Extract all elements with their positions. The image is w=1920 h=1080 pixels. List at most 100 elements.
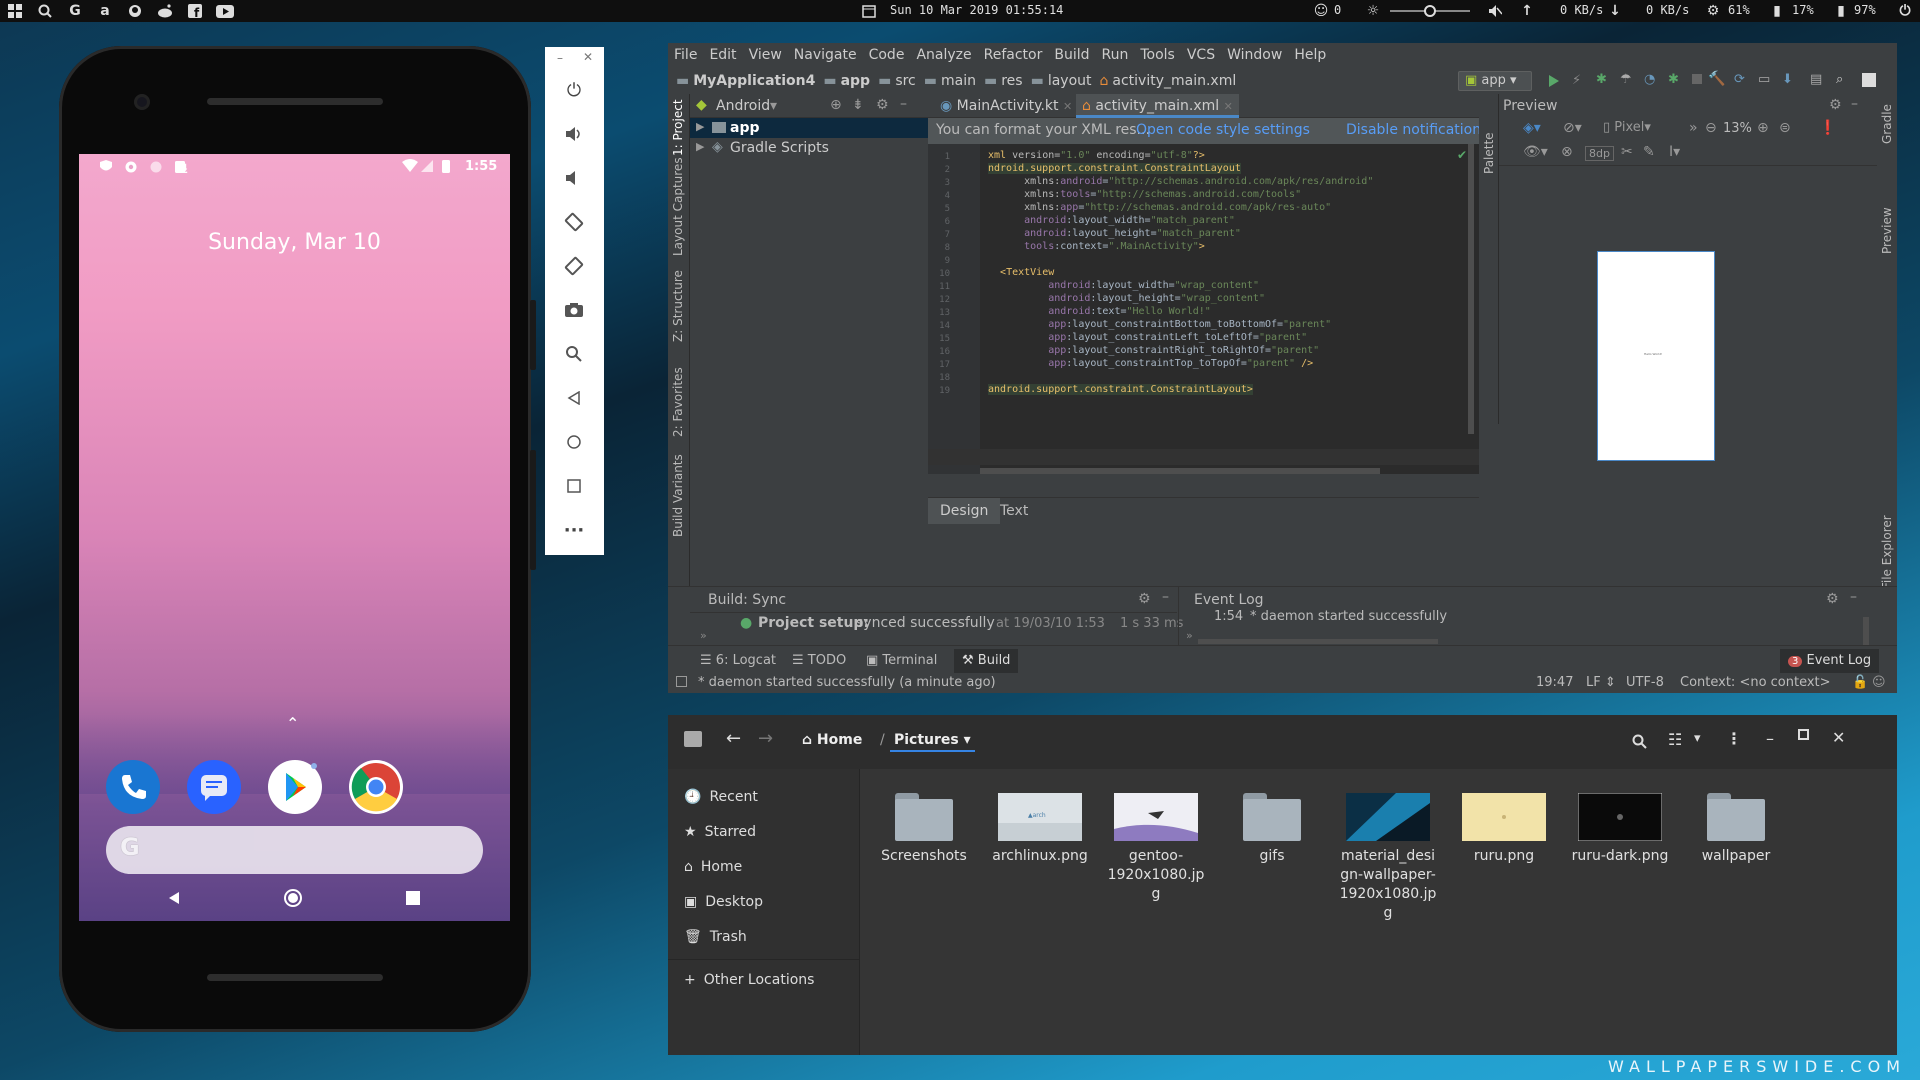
menu-item[interactable]: Help — [1294, 47, 1326, 63]
project-structure-icon[interactable]: ▤ — [1810, 72, 1822, 87]
caret-position[interactable]: 19:47 — [1536, 675, 1573, 690]
code-line[interactable]: app:layout_constraintBottom_toBottomOf="… — [988, 318, 1331, 331]
menu-item[interactable]: VCS — [1187, 47, 1215, 63]
search-icon[interactable] — [1632, 734, 1648, 750]
code-line[interactable]: xml version="1.0" encoding="utf-8"?> — [988, 149, 1205, 162]
hide-panel-icon[interactable]: – — [1162, 589, 1169, 605]
back-arrow-icon[interactable]: ← — [726, 728, 741, 749]
breadcrumb-item[interactable]: ▬ app — [823, 73, 870, 89]
facebook-icon[interactable]: f — [186, 2, 204, 20]
back-icon[interactable] — [561, 385, 587, 411]
assistant-icon[interactable] — [1862, 73, 1876, 87]
text-tab[interactable]: Text — [1000, 503, 1028, 519]
project-view-select[interactable]: Android — [716, 98, 770, 114]
menu-item[interactable]: File — [674, 47, 697, 63]
file-item[interactable]: gentoo-1920x1080.jpg — [1105, 793, 1207, 904]
stop-icon[interactable] — [1692, 74, 1702, 84]
expand-icon[interactable]: » — [700, 629, 707, 642]
breadcrumb-item[interactable]: ▬ src — [878, 73, 916, 89]
menu-item[interactable]: View — [749, 47, 782, 63]
apply-changes-icon[interactable]: ⚡ — [1572, 73, 1581, 88]
minimize-window-icon[interactable]: – — [1766, 729, 1774, 748]
logcat-tab[interactable]: ☰ 6: Logcat — [700, 653, 776, 668]
profile-icon[interactable]: ◔ — [1644, 72, 1655, 87]
code-line[interactable]: android:layout_width="wrap_content" — [988, 279, 1259, 292]
debug-icon[interactable]: ✱ — [1596, 72, 1607, 87]
path-pictures[interactable]: Pictures ▾ — [890, 732, 975, 752]
vertical-scrollbar[interactable] — [1468, 144, 1474, 434]
code-line[interactable]: xmlns:app="http://schemas.android.com/ap… — [988, 201, 1331, 214]
attach-debugger-icon[interactable]: ✱ — [1668, 72, 1679, 87]
search-icon[interactable] — [36, 2, 54, 20]
build-tab[interactable]: ⚒ Build — [954, 649, 1019, 673]
overview-icon[interactable] — [561, 473, 587, 499]
zoom-in-icon[interactable]: ⊕ — [1757, 120, 1769, 136]
code-line[interactable]: android:layout_height="wrap_content" — [988, 292, 1265, 305]
tab-mainactivity[interactable]: ◉ MainActivity.kt ✕ — [934, 94, 1078, 118]
code-line[interactable]: tools:context=".MainActivity"> — [988, 240, 1205, 253]
close-tab-icon[interactable]: ✕ — [1063, 100, 1072, 113]
expand-arrow-icon[interactable]: ▶ — [696, 140, 704, 153]
sidebar-item-other-locations[interactable]: + Other Locations — [684, 972, 814, 988]
close-icon[interactable]: ✕ — [583, 50, 593, 64]
view-options-icon[interactable]: ▾ — [1694, 731, 1701, 746]
brightness-slider-handle[interactable] — [1424, 5, 1436, 17]
close-window-icon[interactable]: ✕ — [1832, 728, 1845, 747]
sidebar-item-starred[interactable]: ★ Starred — [684, 824, 756, 840]
code-line[interactable]: app:layout_constraintLeft_toLeftOf="pare… — [988, 331, 1307, 344]
reddit-icon[interactable] — [156, 2, 174, 20]
app-drawer-chevron-icon[interactable]: ⌃ — [286, 714, 299, 733]
guidelines-icon[interactable]: I▾ — [1669, 144, 1680, 160]
sync-gradle-icon[interactable]: ⟳ — [1734, 72, 1745, 87]
hide-panel-icon[interactable]: – — [1850, 589, 1857, 605]
sidebar-item-recent[interactable]: 🕘 Recent — [684, 789, 758, 805]
messages-app-icon[interactable] — [187, 760, 241, 814]
menu-item[interactable]: Tools — [1140, 47, 1175, 63]
menu-item[interactable]: Run — [1102, 47, 1129, 63]
file-item[interactable]: gifs — [1221, 793, 1323, 866]
close-tab-icon[interactable]: ✕ — [1224, 100, 1233, 113]
favorites-tab[interactable]: 2: Favorites — [671, 367, 685, 437]
breadcrumb-item[interactable]: ▬ layout — [1031, 73, 1092, 89]
menu-item[interactable]: Window — [1227, 47, 1282, 63]
more-icon[interactable]: ··· — [561, 517, 587, 543]
minimize-icon[interactable]: – — [557, 51, 563, 65]
settings-icon[interactable]: ⚙ — [1826, 591, 1839, 607]
more-icon[interactable]: » — [1689, 120, 1698, 136]
recents-nav-icon[interactable] — [406, 891, 420, 905]
file-item[interactable]: ruru-dark.png — [1569, 793, 1671, 866]
sidebar-item-home[interactable]: ⌂ Home — [684, 859, 742, 875]
device-select[interactable]: ▯ Pixel▾ — [1603, 120, 1651, 135]
code-line[interactable]: android.support.constraint.ConstraintLay… — [988, 383, 1253, 396]
layout-preview-canvas[interactable]: Hello World! — [1597, 251, 1715, 461]
chrome-app-icon[interactable] — [349, 760, 403, 814]
file-item[interactable]: material_design-wallpaper-1920x1080.jpg — [1337, 793, 1439, 923]
code-line[interactable]: xmlns:tools="http://schemas.android.com/… — [988, 188, 1301, 201]
run-config-select[interactable]: ▣ app ▾ — [1458, 71, 1532, 91]
tree-item-gradle[interactable]: ▶ ◈ Gradle Scripts — [690, 138, 928, 158]
phone-app-icon[interactable] — [106, 760, 160, 814]
horizontal-scrollbar[interactable] — [980, 468, 1380, 474]
run-icon[interactable] — [1548, 74, 1560, 88]
maximize-window-icon[interactable] — [1798, 729, 1809, 740]
code-line[interactable]: android:layout_width="match_parent" — [988, 214, 1235, 227]
breadcrumb-item[interactable]: ▬ main — [924, 73, 976, 89]
avd-manager-icon[interactable]: ▭ — [1758, 72, 1770, 87]
hide-panel-icon[interactable]: – — [900, 96, 907, 112]
lock-icon[interactable]: 🔓 — [1852, 675, 1868, 690]
preview-tab[interactable]: Preview — [1880, 207, 1894, 254]
file-item[interactable]: ▲arch archlinux.png — [989, 793, 1091, 866]
path-home[interactable]: ⌂ Home — [802, 732, 862, 748]
settings-icon[interactable]: ⚙ — [876, 97, 889, 113]
event-log-scrollbar[interactable] — [1198, 639, 1438, 644]
expand-arrow-icon[interactable]: ▶ — [696, 120, 704, 133]
tab-activity-main[interactable]: ⌂ activity_main.xml ✕ — [1076, 94, 1239, 118]
dropdown-arrow-icon[interactable]: ▾ — [770, 98, 777, 114]
amazon-icon[interactable]: a — [96, 2, 114, 20]
windows-icon[interactable] — [6, 2, 24, 20]
code-line[interactable]: android:text="Hello World!" — [988, 305, 1211, 318]
sdk-manager-icon[interactable]: ⬇ — [1782, 72, 1793, 87]
tree-item-app[interactable]: ▶ app — [690, 118, 928, 138]
code-line[interactable]: app:layout_constraintRight_toRightOf="pa… — [988, 344, 1319, 357]
file-item[interactable]: Screenshots — [873, 793, 975, 866]
